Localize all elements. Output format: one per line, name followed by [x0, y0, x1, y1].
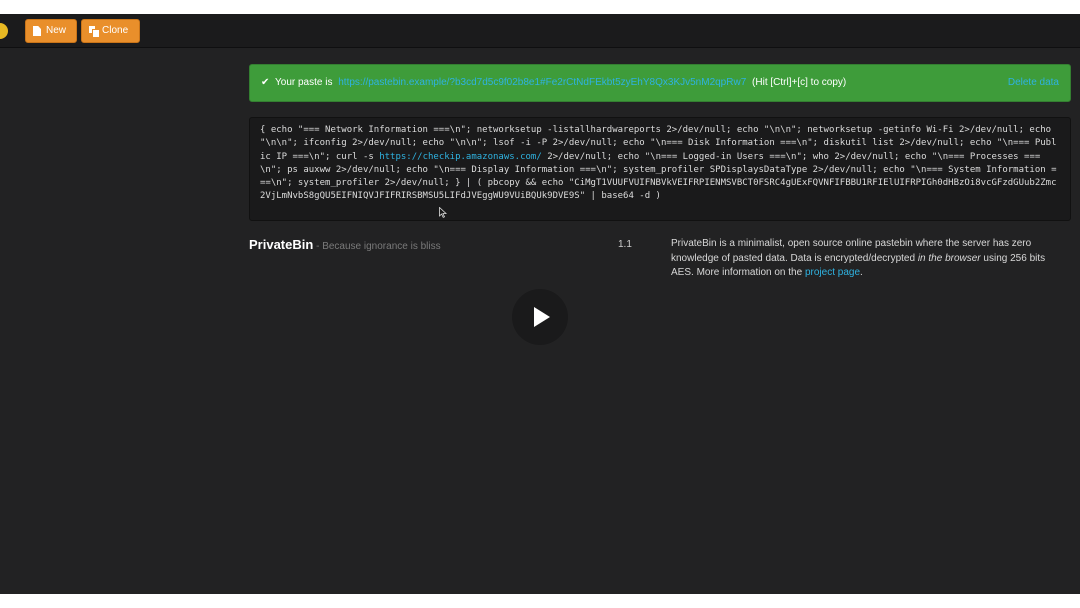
- brand-tagline: - Because ignorance is bliss: [313, 241, 441, 252]
- about-text: PrivateBin is a minimalist, open source …: [671, 237, 1063, 281]
- navbar: New Clone: [0, 14, 1080, 48]
- new-button-label: New: [46, 25, 67, 36]
- brand-name: PrivateBin: [249, 237, 314, 252]
- mouse-cursor-icon: [439, 207, 447, 218]
- file-icon: [33, 26, 41, 36]
- play-icon: [534, 307, 550, 327]
- about-text-end: .: [860, 267, 863, 278]
- footer-brand: PrivateBin - Because ignorance is bliss: [249, 236, 441, 254]
- checkmark-icon: ✔: [261, 77, 270, 88]
- paste-content: { echo "=== Network Information ===\n"; …: [249, 117, 1071, 221]
- about-text-emphasis: in the browser: [917, 252, 981, 264]
- play-button[interactable]: [512, 289, 568, 345]
- paste-url-link[interactable]: https://pastebin.example/?b3cd7d5c9f02b8…: [338, 77, 746, 88]
- alert-prefix: Your paste is: [275, 77, 333, 88]
- bottom-margin: [0, 594, 1080, 608]
- logo-icon: [0, 23, 8, 39]
- paste-success-alert: ✔ Your paste is https://pastebin.example…: [249, 64, 1071, 102]
- copy-hint: (Hit [Ctrl]+[c] to copy): [752, 77, 847, 88]
- delete-data-link[interactable]: Delete data: [1008, 65, 1059, 101]
- version-label: 1.1: [618, 239, 632, 250]
- clone-button[interactable]: Clone: [81, 19, 140, 43]
- video-frame: New Clone ✔ Your paste is https://pasteb…: [0, 14, 1080, 594]
- clone-icon: [89, 26, 100, 38]
- project-page-link[interactable]: project page: [805, 267, 860, 278]
- clone-button-label: Clone: [102, 25, 129, 36]
- new-button[interactable]: New: [25, 19, 77, 43]
- paste-inline-url[interactable]: https://checkip.amazonaws.com/: [379, 152, 542, 162]
